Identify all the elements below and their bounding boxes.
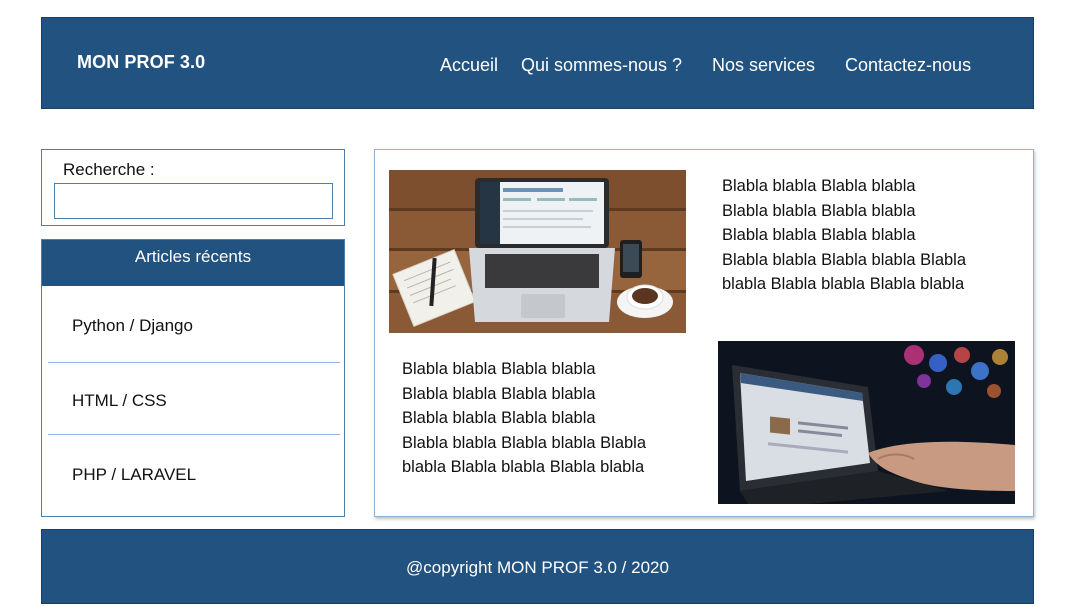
site-header: MON PROF 3.0 Accueil Qui sommes-nous ? N…	[41, 17, 1034, 109]
nav-nos-services[interactable]: Nos services	[712, 55, 815, 76]
text-block-top: Blabla blabla Blabla blabla Blabla blabl…	[722, 174, 966, 297]
article-link-php-laravel[interactable]: PHP / LARAVEL	[72, 465, 196, 485]
text-block-bottom: Blabla blabla Blabla blabla Blabla blabl…	[402, 357, 646, 480]
text-line: Blabla blabla Blabla blabla	[402, 384, 596, 403]
text-line: Blabla blabla Blabla blabla	[722, 177, 916, 195]
nav-qui-sommes-nous[interactable]: Qui sommes-nous ?	[521, 55, 682, 76]
text-line: Blabla blabla Blabla blabla	[722, 201, 916, 220]
search-input[interactable]	[54, 183, 333, 219]
article-link-html-css[interactable]: HTML / CSS	[72, 391, 167, 411]
recent-articles-panel: Articles récents Python / Django HTML / …	[41, 239, 345, 517]
text-line: blabla Blabla blabla Blabla blabla	[402, 458, 645, 476]
text-line: Blabla blabla Blabla blabla	[402, 360, 596, 378]
text-line: Blabla blabla Blabla blabla	[402, 409, 596, 427]
nav-contactez-nous[interactable]: Contactez-nous	[845, 55, 971, 76]
typing-laptop-image	[718, 341, 1015, 504]
article-divider	[48, 434, 340, 435]
recent-articles-title: Articles récents	[42, 240, 344, 286]
text-line: Blabla blabla Blabla blabla Blabla	[722, 250, 967, 269]
site-footer: @copyright MON PROF 3.0 / 2020	[41, 529, 1034, 604]
article-link-python-django[interactable]: Python / Django	[72, 316, 193, 336]
copyright-text: @copyright MON PROF 3.0 / 2020	[406, 558, 669, 577]
search-box: Recherche :	[41, 149, 345, 226]
text-line: Blabla blabla Blabla blabla	[722, 226, 916, 244]
nav-accueil[interactable]: Accueil	[440, 55, 498, 76]
brand-logo[interactable]: MON PROF 3.0	[77, 52, 205, 73]
desk-laptop-image	[389, 170, 686, 333]
main-content-panel: Blabla blabla Blabla blabla Blabla blabl…	[374, 149, 1034, 517]
search-label: Recherche :	[63, 160, 155, 179]
article-divider	[48, 362, 340, 363]
text-line: blabla Blabla blabla Blabla blabla	[722, 275, 965, 293]
text-line: Blabla blabla Blabla blabla Blabla	[402, 433, 647, 452]
